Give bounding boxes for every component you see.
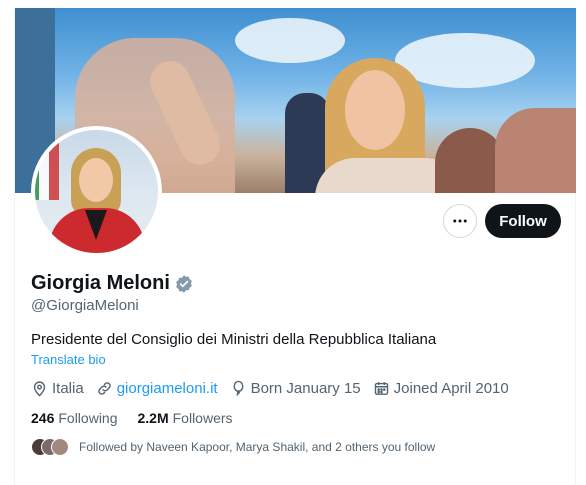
link-icon: [97, 382, 111, 395]
following-count: 246: [31, 410, 55, 426]
avatar-photo: [35, 130, 158, 253]
translate-bio-link[interactable]: Translate bio: [31, 352, 106, 367]
avatar-flag: [35, 140, 59, 200]
birthday-item: Born January 15: [230, 380, 361, 397]
banner-person-far-right: [495, 108, 576, 193]
followed-by-text: Followed by Naveen Kapoor, Marya Shakil,…: [79, 440, 436, 454]
followers-label: Followers: [172, 410, 233, 426]
name-row: Giorgia Meloni: [31, 272, 194, 295]
more-options-button[interactable]: [443, 204, 477, 238]
location-item: Italia: [31, 380, 84, 397]
follow-counts: 246 Following 2.2M Followers: [31, 410, 253, 426]
birthday-text: Born January 15: [250, 380, 361, 397]
followers-count: 2.2M: [137, 410, 169, 426]
balloon-icon: [233, 380, 244, 396]
verified-badge-icon[interactable]: [174, 274, 194, 294]
location-text: Italia: [52, 380, 84, 397]
banner-face: [345, 70, 405, 150]
followed-by-avatars: [31, 438, 71, 456]
following-count-link[interactable]: 246 Following: [31, 410, 118, 426]
profile-bio: Presidente del Consiglio dei Ministri de…: [31, 331, 437, 348]
location-icon: [33, 381, 46, 397]
following-label: Following: [58, 410, 118, 426]
joined-text: Joined April 2010: [393, 380, 509, 397]
display-name: Giorgia Meloni: [31, 272, 170, 294]
follow-button[interactable]: Follow: [485, 204, 561, 238]
profile-handle: @GiorgiaMeloni: [31, 297, 139, 314]
profile-meta: Italia giorgiameloni.it Born January 15 …: [31, 380, 521, 397]
avatar-face: [79, 158, 113, 202]
followed-by-row[interactable]: Followed by Naveen Kapoor, Marya Shakil,…: [31, 438, 435, 456]
right-gutter: [575, 0, 586, 485]
more-horizontal-icon: [453, 219, 467, 223]
joined-item: Joined April 2010: [373, 380, 509, 397]
follower-avatar: [51, 438, 69, 456]
top-edge: [14, 0, 576, 8]
calendar-icon: [374, 382, 388, 395]
banner-cloud: [235, 18, 345, 63]
website-item[interactable]: giorgiameloni.it: [96, 380, 218, 397]
profile-avatar[interactable]: [31, 126, 162, 257]
followers-count-link[interactable]: 2.2M Followers: [138, 410, 233, 426]
left-gutter: [0, 0, 15, 485]
website-link[interactable]: giorgiameloni.it: [117, 380, 218, 397]
